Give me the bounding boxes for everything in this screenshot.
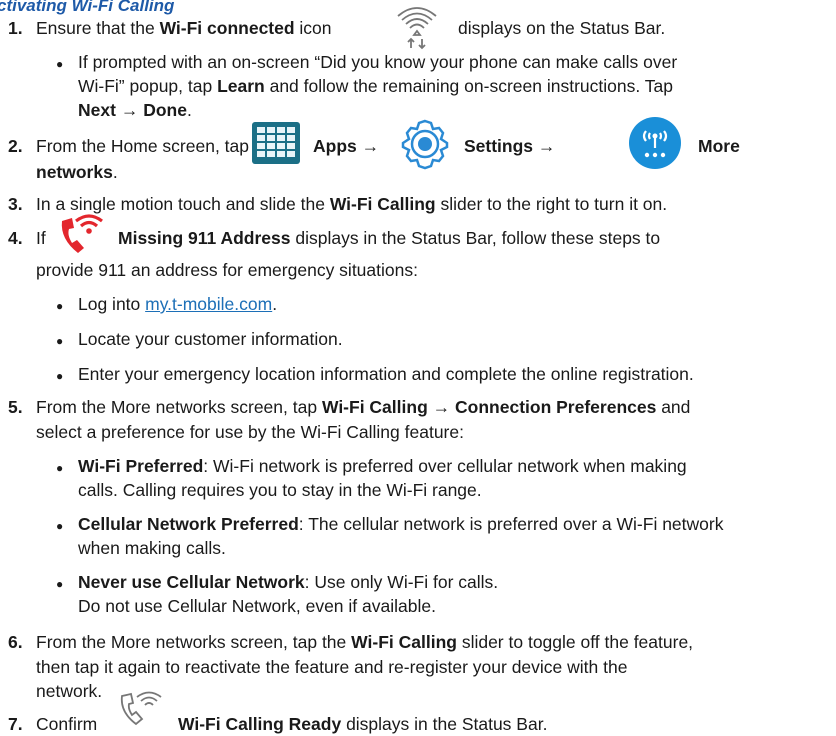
step-2-settings: Settings → (464, 136, 556, 156)
step-4-bullet-1: Log into my.t-mobile.com. (78, 294, 278, 314)
wifi-calling-ready-icon (120, 691, 162, 726)
bullet: ● (56, 369, 64, 383)
option-cellular-preferred: Cellular Network Preferred: The cellular… (78, 514, 724, 534)
step-2-networks: networks. (36, 162, 118, 182)
step-1-sub-line-3: Next → Done. (78, 100, 192, 120)
step-4-number: 4. (8, 228, 23, 248)
step-2-number: 2. (8, 136, 23, 156)
bullet: ● (56, 461, 64, 475)
step-3-number: 3. (8, 194, 23, 214)
step-4-bullet-2: Locate your customer information. (78, 329, 343, 349)
option-never-cellular-line-2: Do not use Cellular Network, even if ava… (78, 596, 436, 616)
step-1-text: Ensure that the Wi-Fi connected icon (36, 18, 332, 38)
bullet: ● (56, 299, 64, 313)
wifi-connected-icon (397, 7, 437, 50)
step-3-text: In a single motion touch and slide the W… (36, 194, 668, 214)
step-1-sub-line-2: Wi-Fi” popup, tap Learn and follow the r… (78, 76, 673, 96)
apps-grid-icon (252, 122, 300, 164)
step-4-bullet-3: Enter your emergency location informatio… (78, 364, 694, 384)
step-4-line-2: provide 911 an address for emergency sit… (36, 260, 418, 280)
step-2-text: From the Home screen, tap (36, 136, 249, 156)
option-wifi-preferred: Wi-Fi Preferred: Wi-Fi network is prefer… (78, 456, 687, 476)
option-cellular-preferred-line-2: when making calls. (78, 538, 226, 558)
bullet: ● (56, 519, 64, 533)
step-6-text: From the More networks screen, tap the W… (36, 632, 694, 652)
step-7-number: 7. (8, 714, 23, 734)
step-6-line-3: network. (36, 681, 103, 701)
option-never-cellular: Never use Cellular Network: Use only Wi-… (78, 572, 499, 592)
option-wifi-preferred-line-2: calls. Calling requires you to stay in t… (78, 480, 482, 500)
step-7-text: Wi-Fi Calling Ready displays in the Stat… (178, 714, 548, 734)
step-2-more: More (698, 136, 740, 156)
step-1-text-end: displays on the Status Bar. (458, 18, 666, 38)
step-5-number: 5. (8, 397, 23, 417)
more-networks-icon (629, 117, 681, 169)
step-4-text: Missing 911 Address displays in the Stat… (118, 228, 661, 248)
step-6-line-2: then tap it again to reactivate the feat… (36, 657, 628, 677)
missing-911-address-icon (61, 214, 103, 253)
t-mobile-link[interactable]: my.t-mobile.com (145, 294, 272, 314)
step-5-text: From the More networks screen, tap Wi-Fi… (36, 397, 691, 417)
step-5-line-2: select a preference for use by the Wi-Fi… (36, 422, 464, 442)
step-4-if: If (36, 228, 46, 248)
step-1-number: 1. (8, 18, 23, 38)
step-7-confirm: Confirm (36, 714, 98, 734)
bullet: ● (56, 577, 64, 591)
step-1-sub-line-1: If prompted with an on-screen “Did you k… (78, 52, 678, 72)
settings-gear-icon (401, 119, 449, 170)
bullet: ● (56, 334, 64, 348)
step-2-apps: Apps → (313, 136, 380, 156)
step-6-number: 6. (8, 632, 23, 652)
bullet: ● (56, 57, 64, 71)
